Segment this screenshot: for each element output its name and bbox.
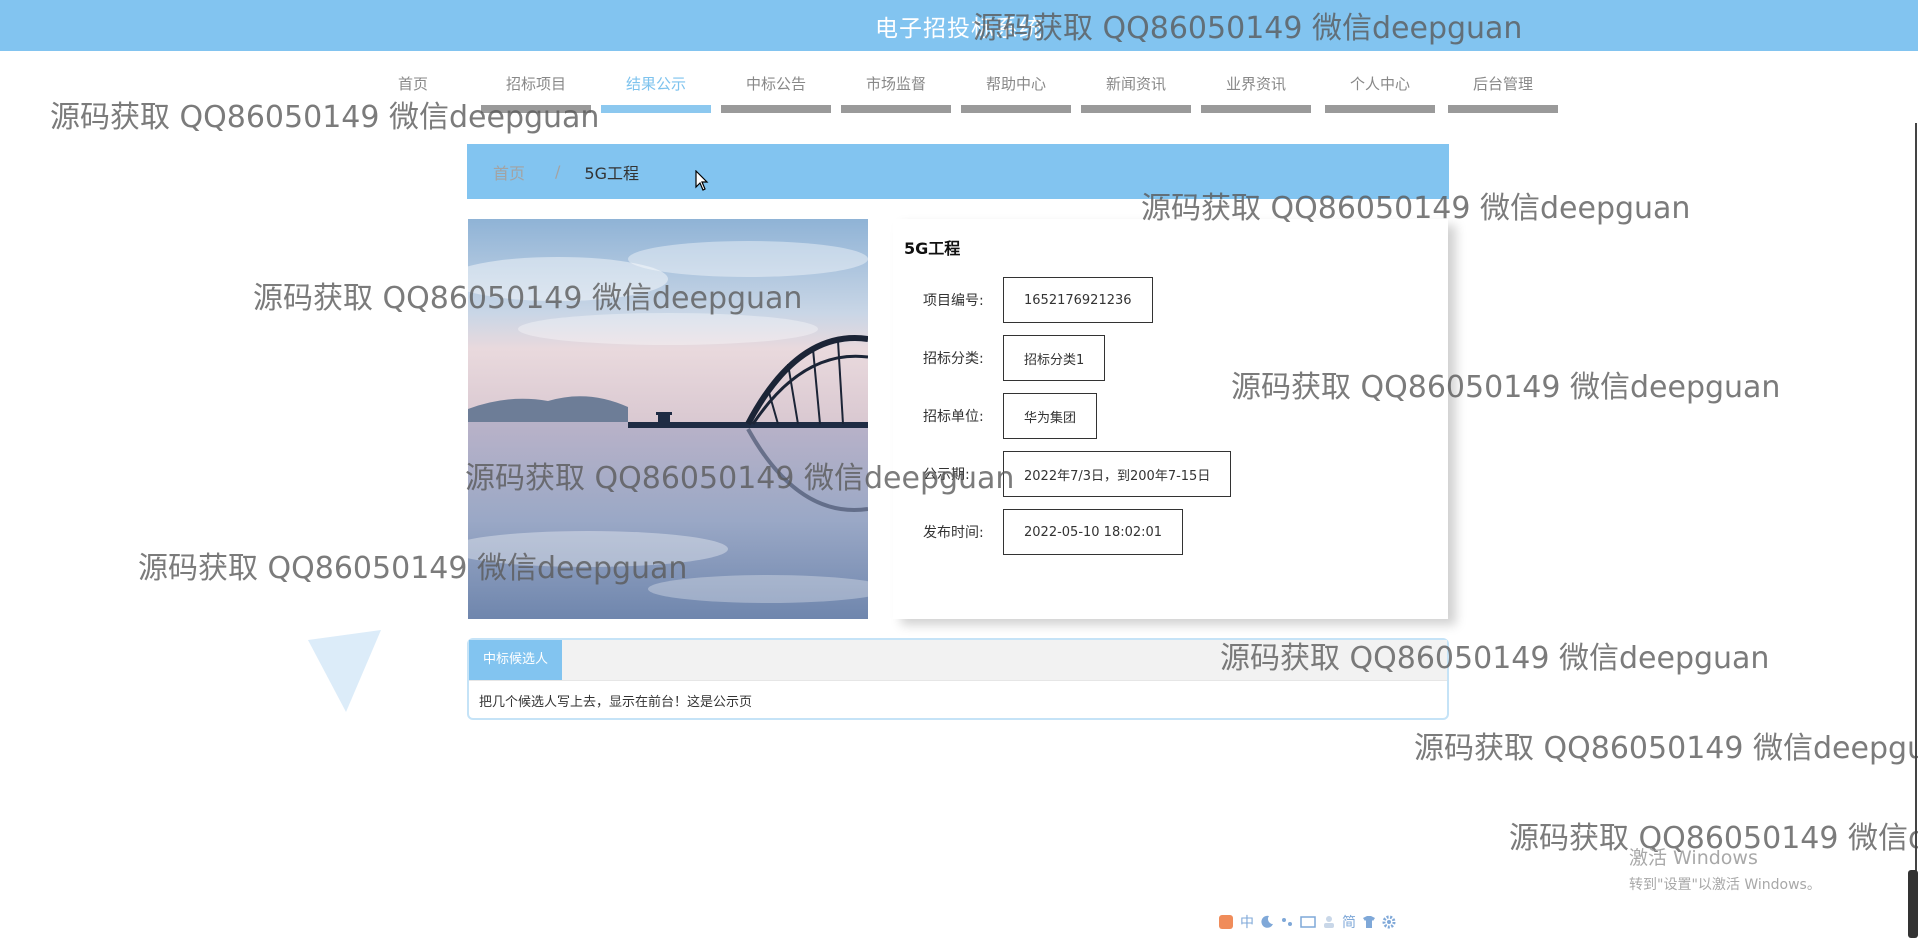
nav-item-news[interactable]: 新闻资讯 xyxy=(1081,66,1191,113)
watermark: 源码获取 QQ86050149 微信deepguan xyxy=(1414,731,1918,766)
field-publicity-period: 公示期: 2022年7/3日，到200年7-15日 xyxy=(923,451,1232,497)
nav-item-personal-center[interactable]: 个人中心 xyxy=(1325,66,1435,113)
site-title: 电子招投标系统 xyxy=(875,15,1043,42)
ime-toolbar: 中 简 xyxy=(1218,911,1396,933)
nav-item-home[interactable]: 首页 xyxy=(358,66,468,113)
nav-item-market-supervision[interactable]: 市场监督 xyxy=(841,66,951,113)
main-nav: 首页 招标项目 结果公示 中标公告 市场监督 帮助中心 新闻资讯 业界资讯 个人… xyxy=(0,66,1918,116)
header-bar: 电子招投标系统 xyxy=(0,0,1918,51)
ime-simplified[interactable]: 简 xyxy=(1342,912,1356,932)
ime-mode-chinese[interactable]: 中 xyxy=(1240,912,1254,932)
right-edge-scrollbar[interactable] xyxy=(1915,123,1917,898)
project-image xyxy=(468,219,868,619)
candidates-tabs: 中标候选人 xyxy=(469,640,1447,681)
field-value: 1652176921236 xyxy=(1003,277,1153,323)
nav-item-award-notice[interactable]: 中标公告 xyxy=(721,66,831,113)
keyboard-icon[interactable] xyxy=(1300,915,1316,929)
punctuation-icon[interactable] xyxy=(1280,915,1294,929)
field-label: 招标单位: xyxy=(923,409,984,425)
candidates-panel: 中标候选人 把几个候选人写上去，显示在前台！这是公示页 xyxy=(467,638,1449,720)
field-value: 2022年7/3日，到200年7-15日 xyxy=(1003,451,1232,497)
breadcrumb-separator: / xyxy=(555,162,561,181)
ime-logo-icon[interactable] xyxy=(1218,914,1234,930)
shirt-icon[interactable] xyxy=(1362,915,1376,929)
field-value: 招标分类1 xyxy=(1003,335,1106,381)
decorative-triangle-icon xyxy=(308,630,381,712)
right-edge-widget xyxy=(1908,870,1918,938)
nav-item-projects[interactable]: 招标项目 xyxy=(481,66,591,113)
breadcrumb-home-link[interactable]: 首页 xyxy=(493,160,525,184)
nav-item-admin[interactable]: 后台管理 xyxy=(1448,66,1558,113)
field-label: 公示期: xyxy=(923,467,970,483)
breadcrumb: 首页 / 5G工程 xyxy=(467,144,1449,199)
windows-activation-notice: 激活 Windows 转到"设置"以激活 Windows。 xyxy=(1629,843,1821,894)
field-label: 招标分类: xyxy=(923,351,984,367)
tab-candidates[interactable]: 中标候选人 xyxy=(469,640,563,680)
nav-item-help-center[interactable]: 帮助中心 xyxy=(961,66,1071,113)
nav-item-industry-news[interactable]: 业界资讯 xyxy=(1201,66,1311,113)
nav-item-results[interactable]: 结果公示 xyxy=(601,66,711,113)
candidates-content: 把几个候选人写上去，显示在前台！这是公示页 xyxy=(479,695,753,710)
field-value: 2022-05-10 18:02:01 xyxy=(1003,509,1184,555)
moon-icon[interactable] xyxy=(1260,915,1274,929)
activation-title: 激活 Windows xyxy=(1629,847,1758,869)
project-info-card: 5G工程 项目编号: 1652176921236 招标分类: 招标分类1 招标单… xyxy=(893,219,1448,619)
field-bidding-unit: 招标单位: 华为集团 xyxy=(923,393,1098,439)
field-category: 招标分类: 招标分类1 xyxy=(923,335,1106,381)
mouse-cursor-icon xyxy=(695,170,709,191)
breadcrumb-current: 5G工程 xyxy=(584,163,639,183)
user-icon[interactable] xyxy=(1322,915,1336,929)
project-title: 5G工程 xyxy=(904,239,961,258)
activation-subtitle: 转到"设置"以激活 Windows。 xyxy=(1629,877,1821,893)
field-publish-time: 发布时间: 2022-05-10 18:02:01 xyxy=(923,509,1184,555)
field-label: 项目编号: xyxy=(923,293,984,309)
field-value: 华为集团 xyxy=(1003,393,1098,439)
gear-icon[interactable] xyxy=(1382,915,1396,929)
field-project-number: 项目编号: 1652176921236 xyxy=(923,277,1153,323)
field-label: 发布时间: xyxy=(923,525,984,541)
